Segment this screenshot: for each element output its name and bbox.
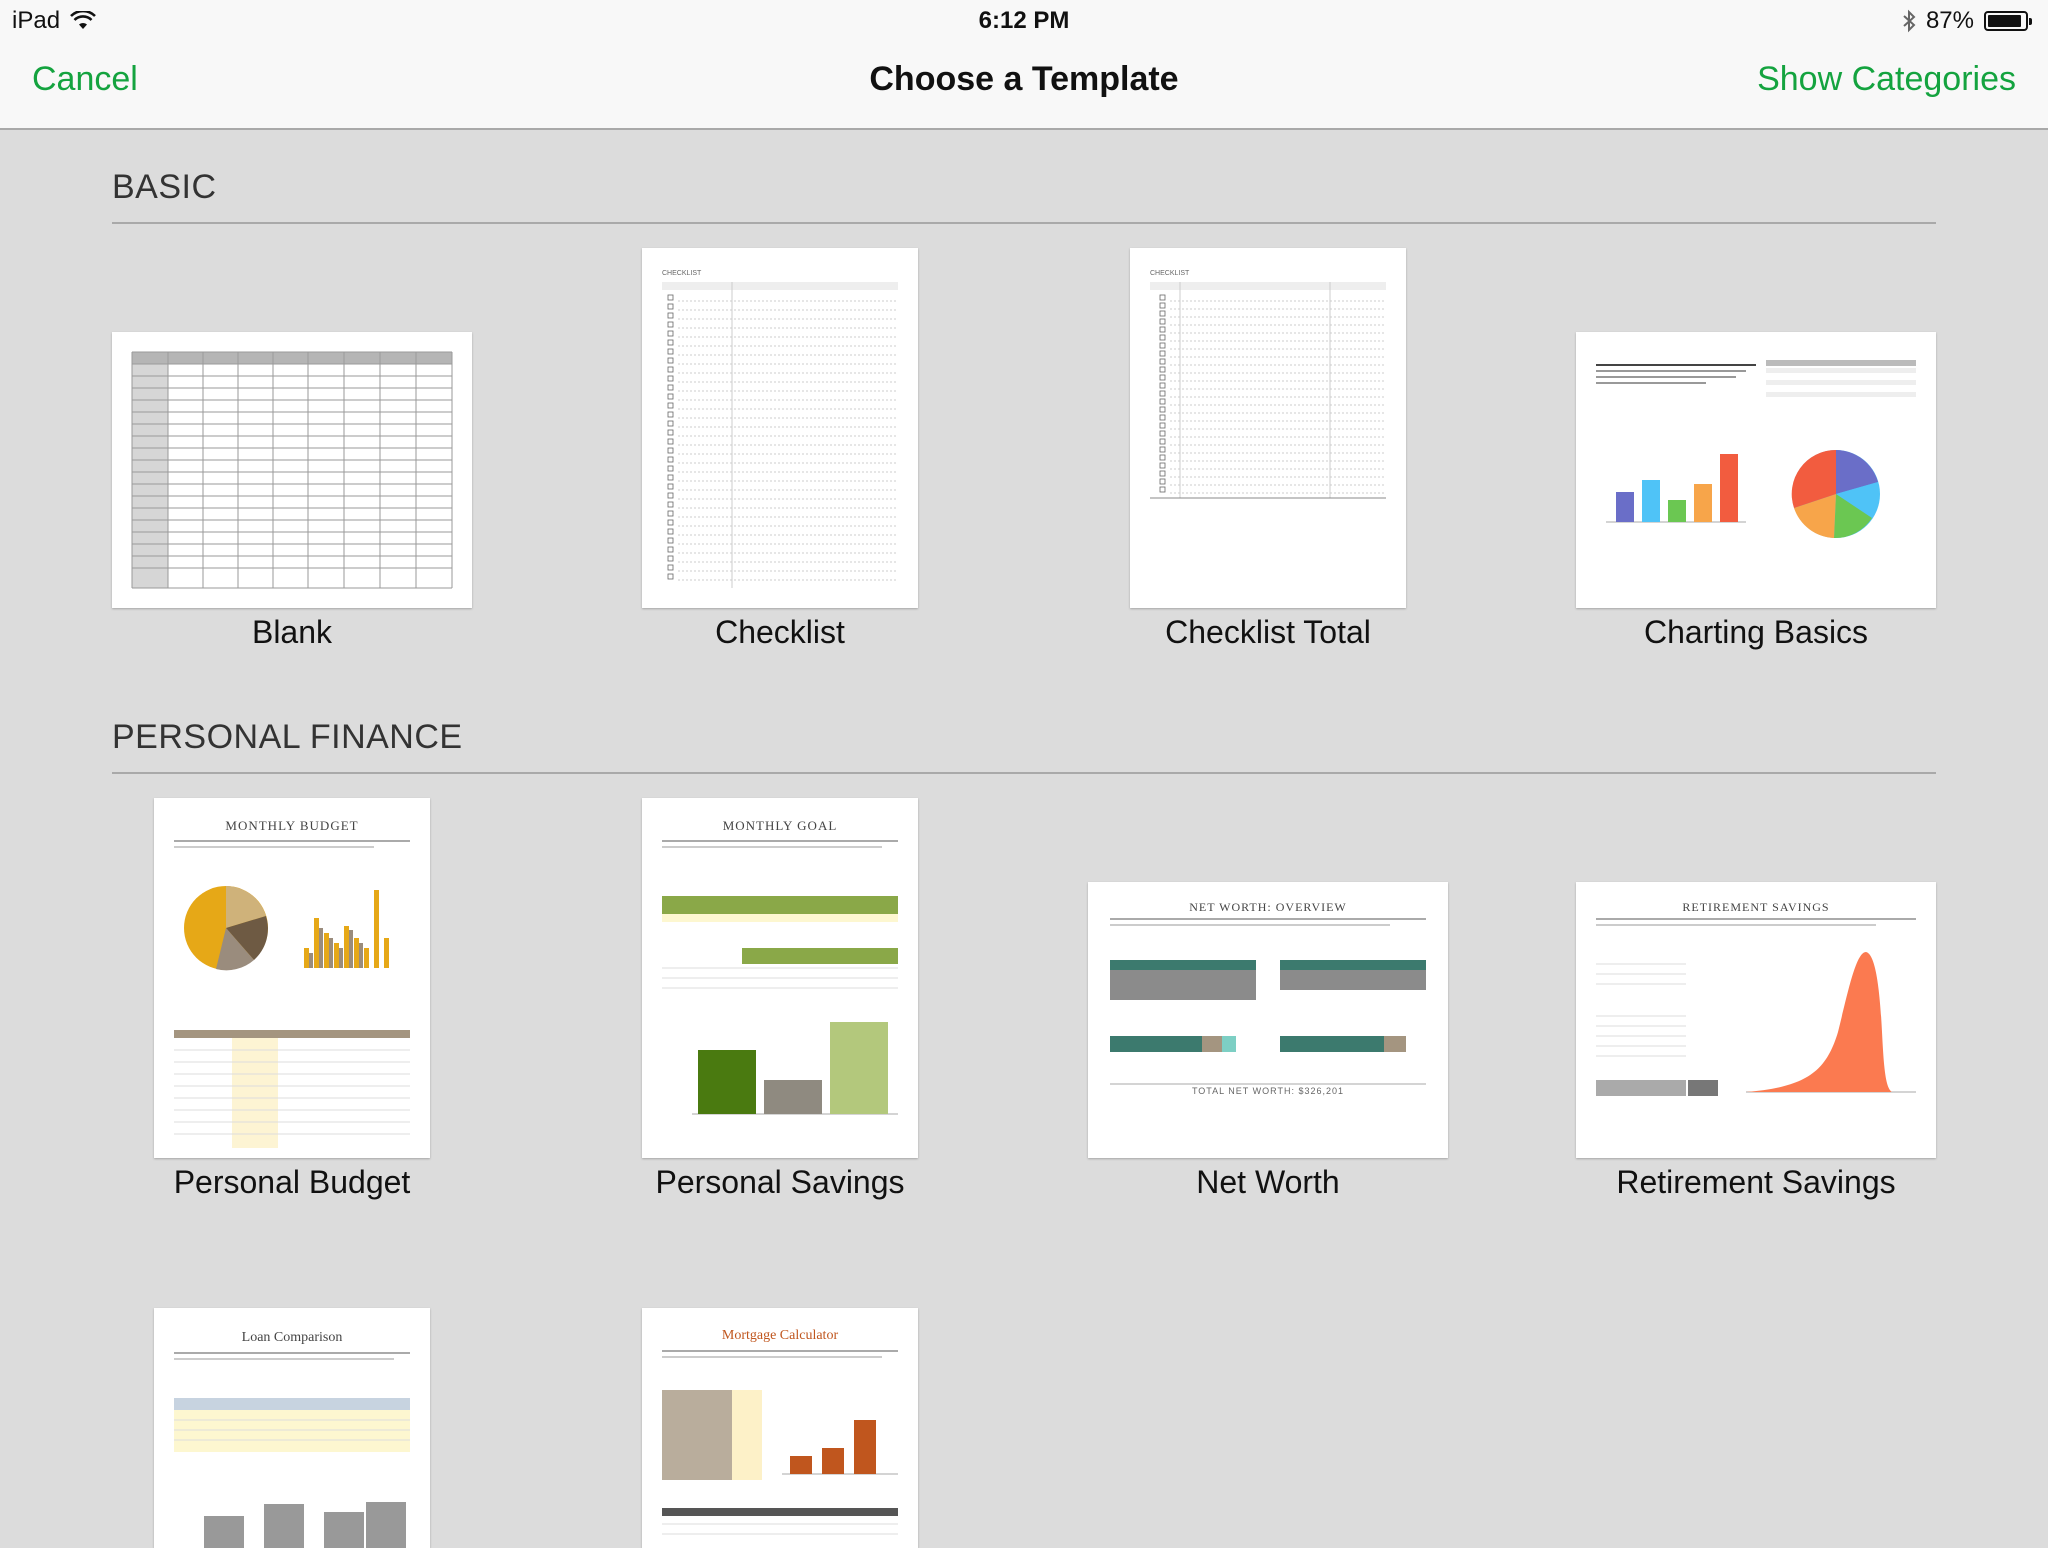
section-title-personal-finance: PERSONAL FINANCE <box>112 718 463 756</box>
checkbox-icon <box>667 483 674 490</box>
battery-percent: 87% <box>1925 7 1974 34</box>
checkbox-icon <box>1159 366 1166 373</box>
net-worth-preview <box>1110 918 1426 1085</box>
checkbox-icon <box>1159 422 1166 429</box>
checkbox-icon <box>1159 294 1166 301</box>
template-label-charting-basics[interactable]: Charting Basics <box>1576 614 1936 651</box>
checkbox-icon <box>1159 414 1166 421</box>
template-label-net-worth[interactable]: Net Worth <box>1088 1164 1448 1201</box>
checkbox-icon <box>1159 470 1166 477</box>
show-categories-button[interactable]: Show Categories <box>1757 60 2016 99</box>
checkbox-icon <box>667 411 674 418</box>
checkbox-icon <box>1159 318 1166 325</box>
checkbox-icon <box>1159 302 1166 309</box>
mortgage-preview <box>662 1350 898 1535</box>
checkbox-icon <box>667 357 674 364</box>
checkbox-icon <box>1159 454 1166 461</box>
template-thumbnail-checklist[interactable]: CHECKLIST <box>642 248 918 608</box>
checkbox-icon <box>667 384 674 391</box>
battery-icon <box>1984 11 2032 31</box>
checkbox-icon <box>667 294 674 301</box>
budget-preview <box>174 840 410 1148</box>
checkbox-icon <box>667 312 674 319</box>
checklist-total-preview <box>1150 282 1386 499</box>
checkbox-icon <box>1159 350 1166 357</box>
checkbox-icon <box>1159 462 1166 469</box>
checkbox-icon <box>667 492 674 499</box>
checkbox-icon <box>1159 406 1166 413</box>
checkbox-icon <box>1159 486 1166 493</box>
loan-preview <box>174 1352 410 1548</box>
checkbox-icon <box>1159 382 1166 389</box>
checkbox-icon <box>1159 310 1166 317</box>
checkbox-icon <box>667 510 674 517</box>
net-worth-footer: TOTAL NET WORTH: $326,201 <box>1191 1086 1345 1096</box>
checkbox-icon <box>667 447 674 454</box>
checkbox-icon <box>1159 374 1166 381</box>
checkbox-icon <box>1159 342 1166 349</box>
checkbox-icon <box>667 330 674 337</box>
checkbox-icon <box>667 366 674 373</box>
blank-spreadsheet-preview <box>131 351 453 589</box>
charting-basics-preview <box>1596 360 1916 539</box>
navigation-bar: iPad 6:12 PM 87% Cancel Choose a Templat… <box>0 0 2048 130</box>
template-thumbnail-net-worth[interactable]: NET WORTH: OVERVIEW TOTAL NET WORTH: $32… <box>1088 882 1448 1158</box>
checkbox-icon <box>667 375 674 382</box>
checkbox-icon <box>667 339 674 346</box>
checkbox-icon <box>667 528 674 535</box>
checkbox-icon <box>667 546 674 553</box>
template-thumbnail-personal-budget[interactable]: MONTHLY BUDGET <box>154 798 430 1158</box>
checkbox-icon <box>667 348 674 355</box>
template-thumbnail-mortgage-calculator[interactable]: Mortgage Calculator <box>642 1308 918 1548</box>
checkbox-icon <box>1159 430 1166 437</box>
template-thumbnail-charting-basics[interactable] <box>1576 332 1936 608</box>
checkbox-icon <box>667 537 674 544</box>
template-label-retirement-savings[interactable]: Retirement Savings <box>1576 1164 1936 1201</box>
template-label-personal-savings[interactable]: Personal Savings <box>642 1164 918 1201</box>
template-label-checklist-total[interactable]: Checklist Total <box>1130 614 1406 651</box>
checkbox-icon <box>667 438 674 445</box>
checkbox-icon <box>667 303 674 310</box>
retirement-preview <box>1596 918 1916 1096</box>
template-label-blank[interactable]: Blank <box>112 614 472 651</box>
checkbox-icon <box>667 501 674 508</box>
checkbox-icon <box>667 564 674 571</box>
checkbox-icon <box>1159 438 1166 445</box>
template-thumbnail-checklist-total[interactable]: CHECKLIST <box>1130 248 1406 608</box>
template-thumbnail-personal-savings[interactable]: MONTHLY GOAL <box>642 798 918 1158</box>
checkbox-icon <box>667 465 674 472</box>
checkbox-icon <box>1159 446 1166 453</box>
checkbox-icon <box>667 321 674 328</box>
template-label-checklist[interactable]: Checklist <box>642 614 918 651</box>
checkbox-icon <box>667 393 674 400</box>
checkbox-icon <box>667 573 674 580</box>
checkbox-icon <box>667 402 674 409</box>
bluetooth-icon <box>1903 9 1916 33</box>
status-right: 87% <box>1902 4 2032 38</box>
status-time: 6:12 PM <box>978 7 1070 34</box>
savings-preview <box>662 840 898 1115</box>
section-divider <box>112 222 1936 224</box>
section-divider <box>112 772 1936 774</box>
template-thumbnail-loan-comparison[interactable]: Loan Comparison <box>154 1308 430 1548</box>
checkbox-icon <box>667 519 674 526</box>
checkbox-icon <box>1159 398 1166 405</box>
section-title-basic: BASIC <box>112 168 217 206</box>
checkbox-icon <box>667 474 674 481</box>
page-title: Choose a Template <box>869 60 1179 98</box>
checklist-preview <box>662 282 898 588</box>
template-thumbnail-blank[interactable] <box>112 332 472 608</box>
checkbox-icon <box>667 429 674 436</box>
checkbox-icon <box>667 420 674 427</box>
checkbox-icon <box>667 456 674 463</box>
checkbox-icon <box>1159 358 1166 365</box>
checkbox-icon <box>1159 478 1166 485</box>
template-label-personal-budget[interactable]: Personal Budget <box>154 1164 430 1201</box>
checkbox-icon <box>1159 326 1166 333</box>
checkbox-icon <box>1159 390 1166 397</box>
template-thumbnail-retirement-savings[interactable]: RETIREMENT SAVINGS <box>1576 882 1936 1158</box>
checkbox-icon <box>667 555 674 562</box>
checkbox-icon <box>1159 334 1166 341</box>
